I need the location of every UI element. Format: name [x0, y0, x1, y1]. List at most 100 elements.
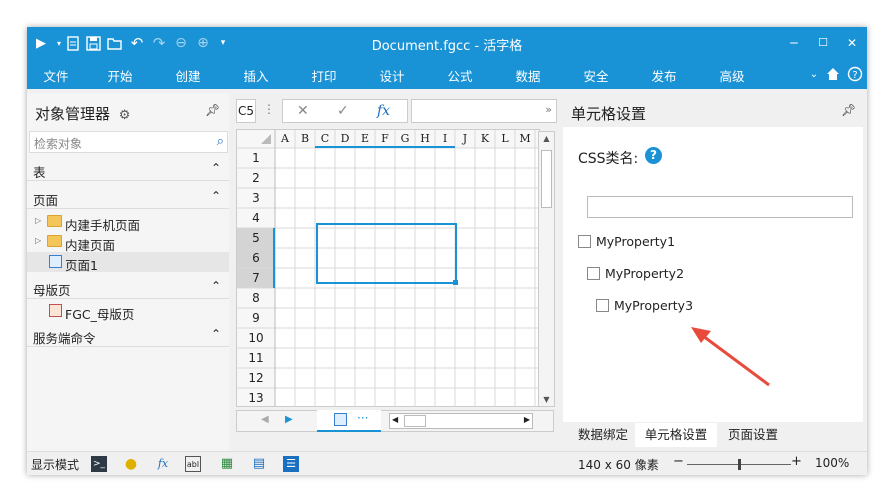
- menu-file[interactable]: 文件: [31, 66, 81, 85]
- close-button[interactable]: ✕: [841, 33, 863, 53]
- tree-item-page1[interactable]: 页面1: [27, 252, 229, 273]
- more-sheets[interactable]: ···: [357, 411, 368, 425]
- column-header[interactable]: A: [275, 132, 295, 145]
- pin-icon[interactable]: 📌︎: [841, 103, 856, 117]
- row-header[interactable]: 12: [237, 371, 275, 385]
- help-icon[interactable]: ?: [846, 66, 864, 84]
- row-header[interactable]: 3: [237, 191, 275, 205]
- open-icon[interactable]: [107, 33, 123, 53]
- zoom-out-button[interactable]: −: [673, 454, 684, 469]
- menu-insert[interactable]: 插入: [231, 66, 281, 85]
- fill-handle[interactable]: [453, 280, 458, 285]
- layout-icon[interactable]: ☰: [283, 456, 299, 472]
- minimize-button[interactable]: ‒: [783, 33, 805, 53]
- ribbon-collapse-icon[interactable]: ⌄: [805, 66, 823, 84]
- menu-print[interactable]: 打印: [299, 66, 349, 85]
- zoom-thumb[interactable]: [738, 459, 741, 470]
- row-header[interactable]: 7: [237, 271, 275, 285]
- expand-icon[interactable]: ▷: [35, 216, 41, 225]
- pin-icon[interactable]: 📌︎: [205, 103, 220, 117]
- css-class-input[interactable]: [587, 196, 853, 218]
- customize-icon[interactable]: ▾: [215, 33, 231, 53]
- gear-icon[interactable]: ⚙: [119, 108, 131, 123]
- scroll-up-icon[interactable]: ▲: [539, 134, 554, 143]
- prev-sheet-icon[interactable]: ◀: [261, 414, 269, 425]
- property-checkbox-2[interactable]: MyProperty2: [587, 266, 707, 282]
- selected-range[interactable]: [316, 223, 457, 284]
- tree-item-builtin-page[interactable]: ▷ 内建页面: [27, 232, 229, 253]
- row-header[interactable]: 2: [237, 171, 275, 185]
- property-checkbox-3[interactable]: MyProperty3: [596, 298, 716, 314]
- column-header[interactable]: C: [315, 132, 335, 145]
- play-icon[interactable]: ▶: [33, 33, 49, 53]
- tab-page-settings[interactable]: 页面设置: [717, 423, 789, 447]
- forward-icon[interactable]: ⊕: [195, 33, 211, 53]
- column-header[interactable]: G: [395, 132, 415, 145]
- row-header[interactable]: 13: [237, 391, 275, 405]
- cancel-icon[interactable]: ✕: [297, 103, 309, 119]
- vertical-scrollbar[interactable]: ▲ ▼: [538, 131, 555, 407]
- row-header[interactable]: 4: [237, 211, 275, 225]
- scroll-thumb[interactable]: [541, 150, 552, 208]
- redo-icon[interactable]: ↷: [151, 33, 167, 53]
- cell-grid[interactable]: ABCDEFGHIJKLM 1 2 3 4 5 6 7 8 9 10 11 12 13: [236, 129, 540, 407]
- expand-icon[interactable]: ▷: [35, 236, 41, 245]
- scroll-left-icon[interactable]: ◀: [392, 415, 398, 424]
- scroll-down-icon[interactable]: ▼: [539, 395, 554, 404]
- table-icon[interactable]: ▦: [219, 456, 235, 472]
- menu-publish[interactable]: 发布: [639, 66, 689, 85]
- column-header[interactable]: M: [515, 132, 535, 145]
- chevron-up-icon[interactable]: ⌃: [211, 327, 221, 341]
- column-header[interactable]: I: [435, 132, 455, 145]
- column-header[interactable]: F: [375, 132, 395, 145]
- cell-reference-box[interactable]: C5: [236, 99, 256, 123]
- tab-data-binding[interactable]: 数据绑定: [571, 423, 635, 447]
- section-tables[interactable]: 表 ⌃: [27, 157, 229, 181]
- tree-item-master-page[interactable]: FGC_母版页: [27, 301, 229, 322]
- new-icon[interactable]: [65, 33, 81, 53]
- fx-icon[interactable]: fx: [155, 456, 171, 472]
- fx-icon[interactable]: fx: [377, 103, 390, 119]
- tab-cell-settings[interactable]: 单元格设置: [635, 423, 717, 447]
- search-icon[interactable]: ⌕: [217, 134, 224, 149]
- zoom-slider[interactable]: [687, 459, 791, 470]
- next-sheet-icon[interactable]: ▶: [285, 414, 293, 425]
- section-server-commands[interactable]: 服务端命令 ⌃: [27, 323, 229, 347]
- maximize-button[interactable]: ☐: [812, 33, 834, 53]
- column-header[interactable]: J: [455, 132, 475, 145]
- section-pages[interactable]: 页面 ⌃: [27, 185, 229, 209]
- formula-input[interactable]: »: [411, 99, 557, 123]
- menu-data[interactable]: 数据: [503, 66, 553, 85]
- column-header[interactable]: D: [335, 132, 355, 145]
- column-header[interactable]: K: [475, 132, 495, 145]
- zoom-in-button[interactable]: +: [791, 454, 802, 469]
- row-header[interactable]: 9: [237, 311, 275, 325]
- property-checkbox-1[interactable]: MyProperty1: [578, 234, 698, 250]
- search-input[interactable]: 检索对象 ⌕: [29, 131, 228, 153]
- grid-icon[interactable]: ▤: [251, 456, 267, 472]
- column-header[interactable]: B: [295, 132, 315, 145]
- row-header[interactable]: 1: [237, 151, 275, 165]
- menu-security[interactable]: 安全: [571, 66, 621, 85]
- sheet-tab[interactable]: ···: [317, 410, 381, 432]
- home-icon[interactable]: [824, 66, 842, 84]
- tree-item-mobile-page[interactable]: ▷ 内建手机页面: [27, 212, 229, 233]
- menu-advanced[interactable]: 高级: [707, 66, 757, 85]
- menu-home[interactable]: 开始: [95, 66, 145, 85]
- scroll-right-icon[interactable]: ▶: [524, 415, 530, 424]
- expand-formula-icon[interactable]: »: [545, 103, 552, 116]
- undo-icon[interactable]: ↶: [129, 33, 145, 53]
- label-icon[interactable]: abl: [185, 456, 201, 472]
- row-header[interactable]: 5: [237, 231, 275, 245]
- checkbox[interactable]: [578, 235, 591, 248]
- checkbox[interactable]: [596, 299, 609, 312]
- menu-create[interactable]: 创建: [163, 66, 213, 85]
- checkbox[interactable]: [587, 267, 600, 280]
- confirm-icon[interactable]: ✓: [337, 103, 349, 119]
- section-master-pages[interactable]: 母版页 ⌃: [27, 275, 229, 299]
- horizontal-scrollbar[interactable]: ◀ ▶: [389, 413, 533, 429]
- row-header[interactable]: 11: [237, 351, 275, 365]
- help-icon[interactable]: ?: [645, 147, 662, 164]
- menu-formula[interactable]: 公式: [435, 66, 485, 85]
- h-scroll-thumb[interactable]: [404, 415, 426, 427]
